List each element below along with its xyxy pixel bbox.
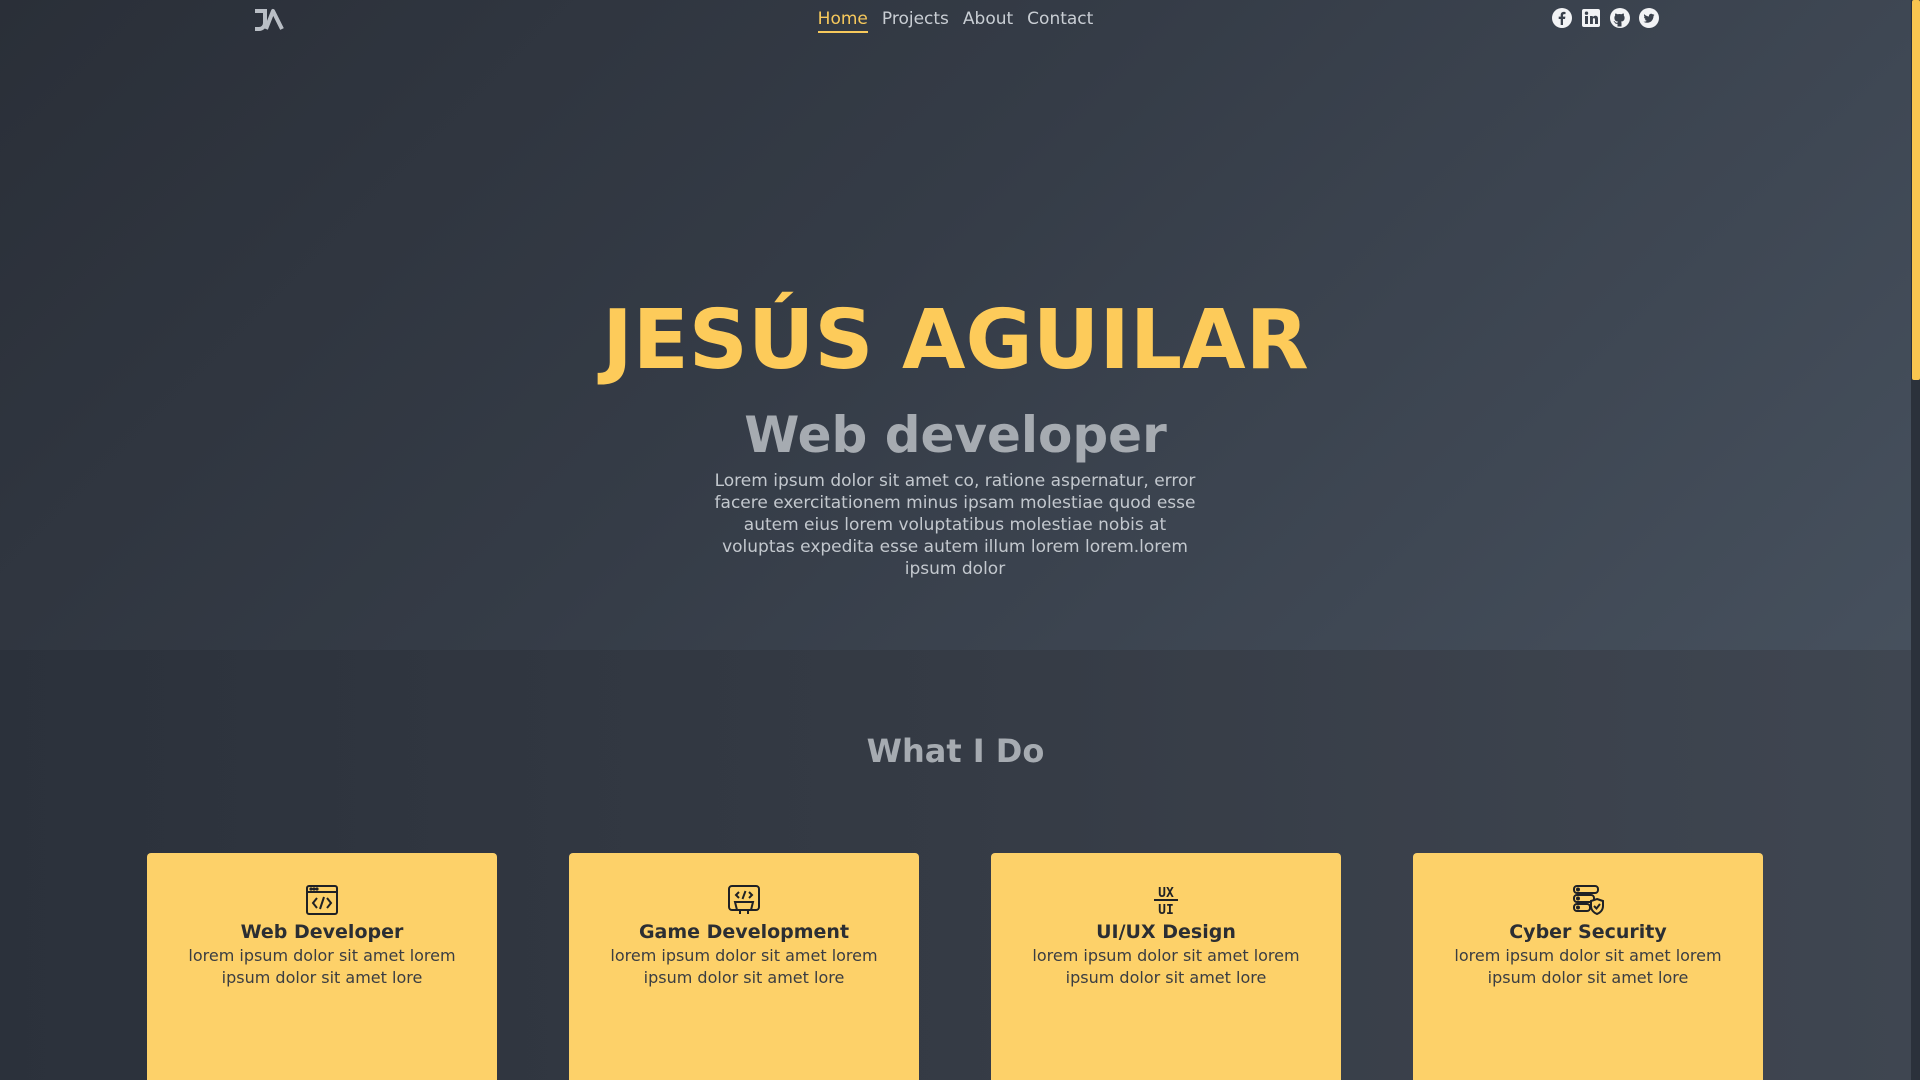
- nav-home-link[interactable]: Home: [817, 9, 868, 33]
- svg-text:UI: UI: [1158, 903, 1174, 917]
- top-nav: Home Projects About Contact: [0, 0, 1911, 40]
- service-description: lorem ipsum dolor sit amet lorem ipsum d…: [610, 946, 878, 987]
- nav-projects-link[interactable]: Projects: [882, 9, 949, 33]
- section-title: What I Do: [866, 732, 1045, 770]
- hero-name: JESÚS AGUILAR: [602, 293, 1309, 388]
- svg-text:UX: UX: [1158, 886, 1174, 901]
- ux-ui-icon: UX UI: [1149, 883, 1183, 918]
- game-code-icon: [727, 883, 761, 917]
- service-description: lorem ipsum dolor sit amet lorem ipsum d…: [1454, 946, 1722, 987]
- service-title: UI/UX Design: [1096, 921, 1236, 943]
- service-card-cyber-security[interactable]: Cyber Security lorem ipsum dolor sit ame…: [1413, 853, 1763, 1080]
- service-description: lorem ipsum dolor sit amet lorem ipsum d…: [188, 946, 456, 987]
- service-card-game-development[interactable]: Game Development lorem ipsum dolor sit a…: [569, 853, 919, 1080]
- linkedin-icon[interactable]: [1580, 7, 1602, 29]
- hero-section: Home Projects About Contact JESÚS AGUILA…: [0, 0, 1911, 650]
- page: Home Projects About Contact JESÚS AGUILA…: [0, 0, 1911, 1080]
- service-title: Cyber Security: [1509, 921, 1667, 943]
- server-shield-icon: [1571, 883, 1605, 917]
- code-window-icon: [305, 883, 339, 917]
- what-i-do-section: What I Do Web Developer lorem ipsum dolo…: [0, 650, 1911, 1080]
- scrollbar-thumb[interactable]: [1912, 0, 1920, 380]
- service-card-web-developer[interactable]: Web Developer lorem ipsum dolor sit amet…: [147, 853, 497, 1080]
- nav-contact-link[interactable]: Contact: [1027, 9, 1093, 33]
- hero-description: Lorem ipsum dolor sit amet co, ratione a…: [714, 471, 1196, 579]
- service-title: Web Developer: [240, 921, 404, 943]
- nav-about-link[interactable]: About: [963, 9, 1013, 33]
- service-title: Game Development: [638, 921, 850, 943]
- service-card-ui-ux-design[interactable]: UX UI UI/UX Design lorem ipsum dolor sit…: [991, 853, 1341, 1080]
- twitter-icon[interactable]: [1638, 7, 1660, 29]
- social-links: [1551, 7, 1660, 29]
- facebook-icon[interactable]: [1551, 7, 1573, 29]
- hero-role: Web developer: [744, 406, 1167, 464]
- page-scrollbar[interactable]: [1911, 0, 1920, 1080]
- service-description: lorem ipsum dolor sit amet lorem ipsum d…: [1032, 946, 1300, 987]
- github-icon[interactable]: [1609, 7, 1631, 29]
